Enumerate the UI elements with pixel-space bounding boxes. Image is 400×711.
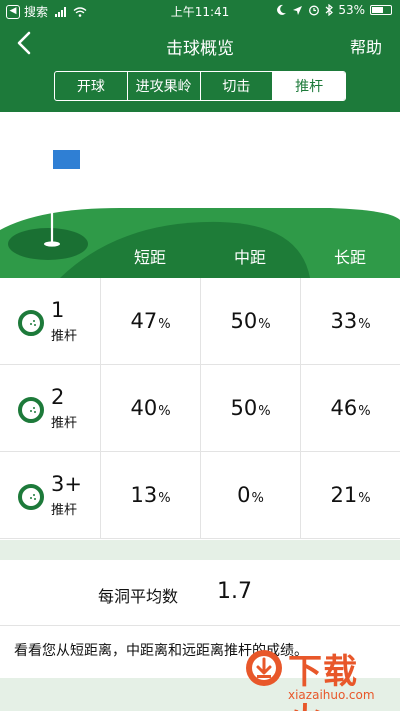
bluetooth-icon bbox=[325, 4, 334, 16]
putt-label: 推杆 bbox=[51, 416, 78, 431]
battery-percent: 53% bbox=[338, 3, 365, 17]
percent-unit: % bbox=[158, 403, 171, 419]
putt-count: 1 bbox=[51, 298, 65, 322]
status-bar: ◀ 搜索 上午11:41 53% bbox=[0, 0, 400, 22]
section-divider bbox=[0, 540, 400, 560]
status-right: 53% bbox=[277, 3, 392, 17]
percent-unit: % bbox=[358, 490, 371, 506]
stat-cell-long: 21% bbox=[300, 452, 400, 538]
putt-count: 3+ bbox=[51, 472, 82, 496]
flag-icon bbox=[53, 150, 80, 169]
page-title: 击球概览 bbox=[166, 39, 234, 59]
stat-value: 21 bbox=[330, 483, 358, 507]
average-label: 每洞平均数 bbox=[98, 587, 179, 606]
stat-value: 50 bbox=[230, 396, 258, 420]
stat-value: 0 bbox=[237, 483, 251, 507]
stat-cell-medium: 0% bbox=[200, 452, 300, 538]
golf-ball-icon bbox=[18, 484, 44, 510]
table-row: 3+ 推杆 13% 0% 21% bbox=[0, 452, 400, 539]
stat-cell-short: 40% bbox=[100, 365, 200, 451]
stat-cell-short: 47% bbox=[100, 278, 200, 364]
percent-unit: % bbox=[158, 490, 171, 506]
percent-unit: % bbox=[251, 490, 264, 506]
shot-type-tabs: 开球 进攻果岭 切击 推杆 bbox=[54, 71, 346, 101]
stat-cell-long: 46% bbox=[300, 365, 400, 451]
stat-value: 47 bbox=[130, 309, 158, 333]
percent-unit: % bbox=[358, 316, 371, 332]
percent-unit: % bbox=[258, 316, 271, 332]
column-header-medium: 中距 bbox=[233, 248, 266, 267]
battery-icon bbox=[370, 5, 392, 15]
stat-cell-short: 13% bbox=[100, 452, 200, 538]
alarm-icon bbox=[309, 5, 320, 16]
stat-value: 46 bbox=[330, 396, 358, 420]
row-label: 3+ 推杆 bbox=[0, 452, 100, 538]
table-row: 1 推杆 47% 50% 33% bbox=[0, 278, 400, 365]
putt-label: 推杆 bbox=[51, 329, 78, 344]
stat-value: 13 bbox=[130, 483, 158, 507]
do-not-disturb-icon bbox=[277, 4, 287, 15]
tab-putt[interactable]: 推杆 bbox=[273, 72, 345, 100]
average-row: 每洞平均数 1.7 bbox=[0, 560, 400, 626]
watermark: 下载火 xiazaihuo.com bbox=[244, 644, 392, 711]
tab-approach[interactable]: 进攻果岭 bbox=[128, 72, 201, 100]
table-row: 2 推杆 40% 50% 46% bbox=[0, 365, 400, 452]
stat-cell-long: 33% bbox=[300, 278, 400, 364]
putt-count: 2 bbox=[51, 385, 65, 409]
stat-value: 40 bbox=[130, 396, 158, 420]
percent-unit: % bbox=[358, 403, 371, 419]
tab-drive[interactable]: 开球 bbox=[55, 72, 128, 100]
watermark-url: xiazaihuo.com bbox=[288, 688, 375, 702]
stat-cell-medium: 50% bbox=[200, 278, 300, 364]
watermark-logo-icon bbox=[246, 650, 282, 686]
help-button[interactable]: 帮助 bbox=[350, 34, 382, 58]
column-header-long: 长距 bbox=[333, 248, 366, 267]
nav-bar: 击球概览 帮助 开球 进攻果岭 切击 推杆 bbox=[0, 22, 400, 112]
row-label: 1 推杆 bbox=[0, 278, 100, 364]
stat-value: 33 bbox=[330, 309, 358, 333]
green-illustration: 短距 中距 长距 bbox=[0, 112, 400, 278]
putt-label: 推杆 bbox=[51, 503, 78, 518]
column-header-short: 短距 bbox=[133, 248, 166, 267]
percent-unit: % bbox=[158, 316, 171, 332]
stat-value: 50 bbox=[230, 309, 258, 333]
golf-ball-icon bbox=[18, 397, 44, 423]
percent-unit: % bbox=[258, 403, 271, 419]
location-icon bbox=[293, 5, 303, 15]
tab-chip[interactable]: 切击 bbox=[201, 72, 274, 100]
row-label: 2 推杆 bbox=[0, 365, 100, 451]
golf-ball-icon bbox=[18, 310, 44, 336]
stat-cell-medium: 50% bbox=[200, 365, 300, 451]
putting-overview-screen: ◀ 搜索 上午11:41 53% 击球概览 帮助 开球 进攻果岭 切击 推杆 短… bbox=[0, 0, 400, 711]
average-value: 1.7 bbox=[217, 579, 252, 604]
